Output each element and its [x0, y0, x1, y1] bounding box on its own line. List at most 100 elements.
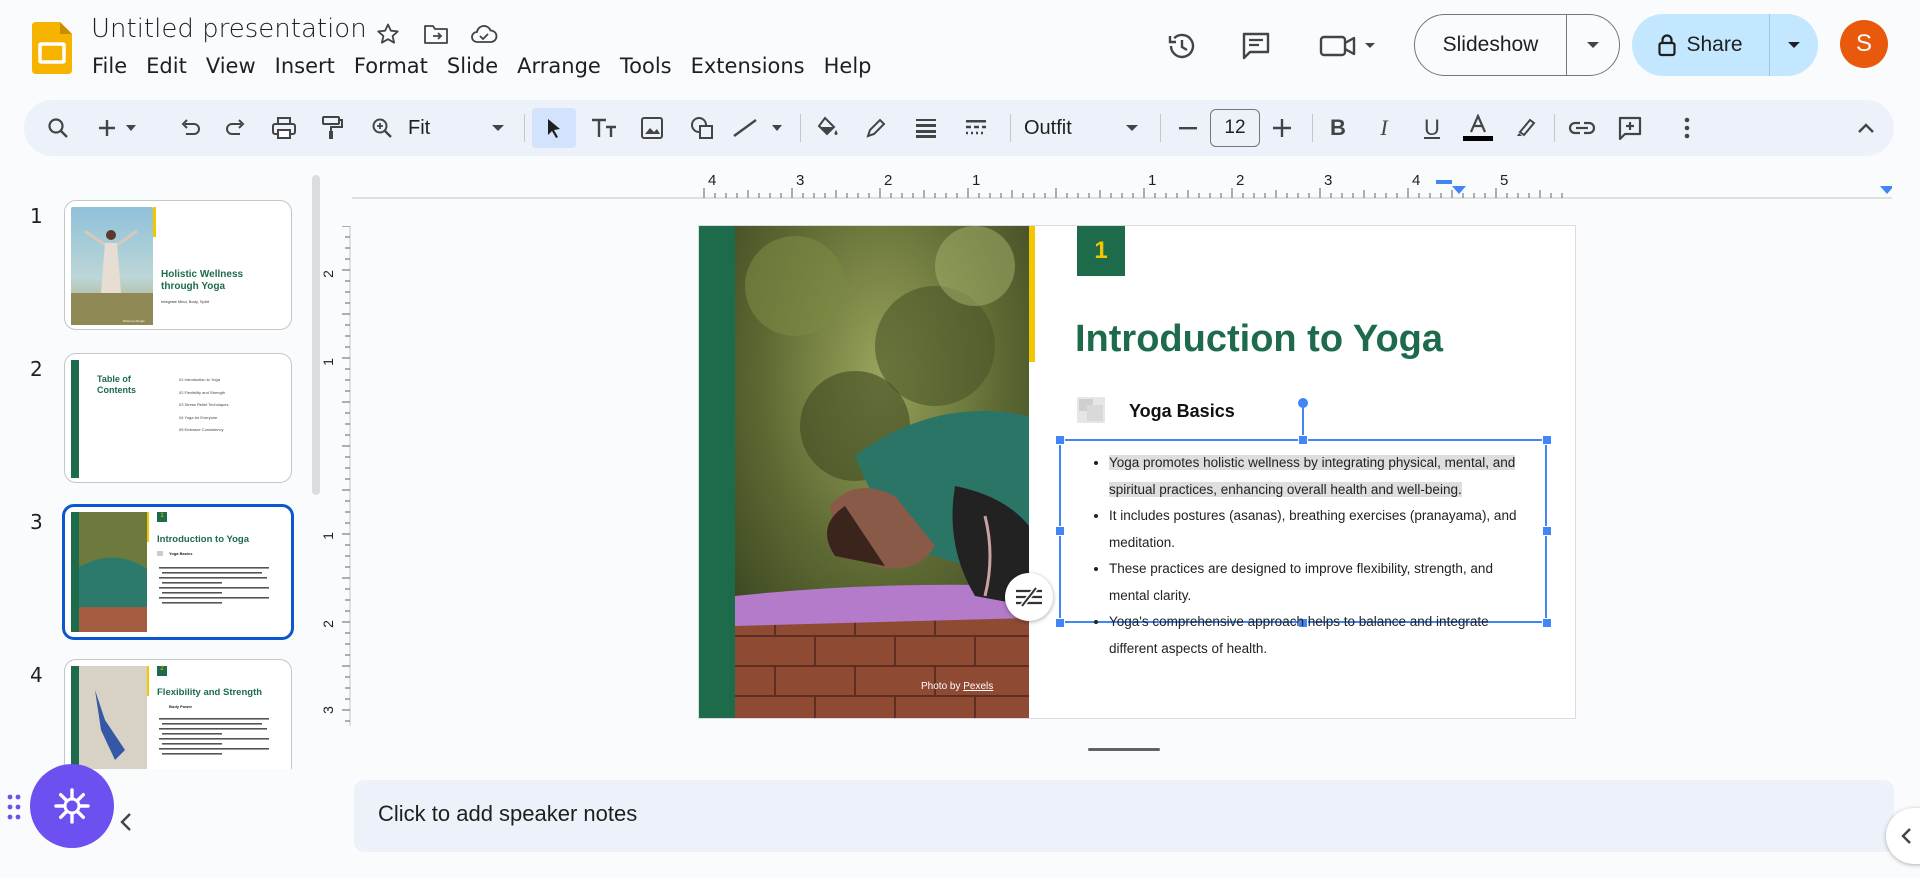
bullet-item[interactable]: These practices are designed to improve … — [1109, 556, 1523, 609]
font-dropdown-icon[interactable] — [1120, 108, 1144, 148]
decrease-font-size-icon[interactable] — [1170, 108, 1206, 148]
version-history-icon[interactable] — [1160, 24, 1204, 68]
font-size-wrap: 12 — [1208, 108, 1262, 148]
slide-canvas[interactable]: Photo by Pexels 1 Introduction to Yoga Y… — [698, 225, 1576, 719]
photo-credit-link[interactable]: Pexels — [963, 681, 993, 692]
vertical-ruler[interactable]: 2 1 1 2 3 — [320, 226, 352, 726]
new-slide-icon[interactable] — [96, 108, 140, 148]
menu-format[interactable]: Format — [354, 54, 439, 78]
slideshow-button[interactable]: Slideshow — [1414, 14, 1620, 76]
document-title[interactable]: Untitled presentation — [91, 14, 367, 44]
more-options-icon[interactable] — [1672, 108, 1702, 148]
slide-yellow-accent — [1029, 226, 1035, 362]
speaker-notes[interactable]: Click to add speaker notes — [354, 780, 1894, 852]
menu-insert[interactable]: Insert — [275, 54, 346, 78]
slideshow-label[interactable]: Slideshow — [1415, 15, 1567, 75]
horizontal-ruler[interactable]: 4 3 2 1 1 2 3 4 5 — [352, 172, 1892, 200]
slide-thumbnail-1[interactable]: Holistic Wellness through Yoga Integrate… — [64, 200, 292, 330]
text-box-icon[interactable] — [586, 108, 622, 148]
comments-icon[interactable] — [1234, 24, 1278, 68]
collapse-toolbar-icon[interactable] — [1850, 108, 1882, 148]
print-icon[interactable] — [266, 108, 302, 148]
menu-edit[interactable]: Edit — [146, 54, 198, 78]
resize-handle[interactable] — [1542, 435, 1552, 445]
search-menus-icon[interactable] — [40, 108, 76, 148]
resize-handle[interactable] — [1298, 435, 1308, 445]
speaker-notes-placeholder[interactable]: Click to add speaker notes — [378, 801, 637, 827]
resize-handle[interactable] — [1542, 618, 1552, 628]
fill-color-icon[interactable] — [810, 108, 846, 148]
thumb4-badge: 2 — [160, 666, 164, 672]
share-button[interactable]: Share — [1632, 14, 1818, 76]
paint-format-icon[interactable] — [314, 108, 350, 148]
resize-handle[interactable] — [1055, 618, 1065, 628]
line-tool-icon[interactable] — [730, 108, 786, 148]
menu-help[interactable]: Help — [824, 54, 883, 78]
slide-thumbnail-2[interactable]: Table of Contents 01 Introduction to Yog… — [64, 353, 292, 483]
zoom-dropdown-icon[interactable] — [486, 108, 510, 148]
thumb3-badge: 1 — [160, 513, 164, 519]
slide-thumbnail-4[interactable]: 2 Flexibility and Strength Body Power — [64, 659, 292, 769]
border-dash-icon[interactable] — [958, 108, 994, 148]
redo-icon[interactable] — [220, 108, 252, 148]
bullet-item[interactable]: Yoga's comprehensive approach helps to b… — [1109, 609, 1523, 662]
slideshow-dropdown-icon[interactable] — [1567, 15, 1619, 75]
slides-logo[interactable] — [32, 22, 72, 74]
move-to-folder-icon[interactable] — [420, 18, 452, 50]
italic-icon[interactable]: I — [1366, 108, 1402, 148]
slide-yoga-photo[interactable]: Photo by Pexels — [735, 226, 1029, 718]
rotation-handle[interactable] — [1298, 398, 1308, 408]
resize-handle[interactable] — [1055, 435, 1065, 445]
zoom-select[interactable]: Fit — [408, 108, 458, 148]
bullet-list[interactable]: Yoga promotes holistic wellness by integ… — [1075, 450, 1523, 662]
thumb3-subtitle: Yoga Basics — [169, 551, 193, 556]
text-fit-icon[interactable] — [1005, 573, 1053, 621]
font-size-input[interactable]: 12 — [1210, 109, 1260, 147]
resize-handle[interactable] — [1055, 526, 1065, 536]
star-icon[interactable] — [372, 18, 404, 50]
text-color-icon[interactable] — [1460, 108, 1496, 148]
share-label-wrap[interactable]: Share — [1632, 14, 1770, 76]
border-weight-icon[interactable] — [908, 108, 944, 148]
select-tool-icon[interactable] — [532, 108, 576, 148]
slide-subtitle[interactable]: Yoga Basics — [1129, 401, 1235, 422]
meet-camera-icon[interactable] — [1314, 24, 1384, 68]
account-avatar[interactable]: S — [1840, 20, 1888, 68]
thumb4-title: Flexibility and Strength — [157, 687, 263, 698]
shape-icon[interactable] — [684, 108, 720, 148]
menu-view[interactable]: View — [206, 54, 267, 78]
drag-handle-icon[interactable] — [6, 792, 22, 822]
bullet-item[interactable]: Yoga promotes holistic wellness by integ… — [1109, 450, 1523, 503]
cloud-saved-icon[interactable] — [468, 18, 500, 50]
assistant-fab[interactable] — [30, 764, 114, 848]
undo-icon[interactable] — [174, 108, 206, 148]
zoom-icon[interactable] — [364, 108, 400, 148]
bold-icon[interactable]: B — [1320, 108, 1356, 148]
insert-link-icon[interactable] — [1564, 108, 1600, 148]
increase-font-size-icon[interactable] — [1264, 108, 1300, 148]
underline-icon[interactable]: U — [1414, 108, 1450, 148]
collapse-filmstrip-icon[interactable] — [116, 810, 136, 834]
resize-handle[interactable] — [1542, 526, 1552, 536]
share-dropdown-icon[interactable] — [1770, 14, 1818, 76]
menu-arrange[interactable]: Arrange — [517, 54, 612, 78]
insert-image-icon[interactable] — [634, 108, 670, 148]
menu-extensions[interactable]: Extensions — [691, 54, 816, 78]
font-family-select[interactable]: Outfit — [1024, 108, 1104, 148]
ruler-label: 2 — [884, 172, 893, 189]
border-color-icon[interactable] — [858, 108, 894, 148]
highlight-color-icon[interactable] — [1508, 108, 1544, 148]
menu-slide[interactable]: Slide — [447, 54, 509, 78]
notes-resize-handle[interactable] — [1088, 748, 1160, 751]
bullet-item[interactable]: It includes postures (asanas), breathing… — [1109, 503, 1523, 556]
slide-title[interactable]: Introduction to Yoga — [1075, 318, 1443, 361]
toolbar: Fit Outfit 12 B I U — [24, 100, 1894, 156]
menu-tools[interactable]: Tools — [620, 54, 683, 78]
add-comment-icon[interactable] — [1612, 108, 1648, 148]
slide-number-badge[interactable]: 1 — [1077, 226, 1125, 276]
photo-credit: Photo by Pexels — [921, 681, 993, 692]
subtitle-icon[interactable] — [1077, 397, 1105, 423]
menu-file[interactable]: File — [92, 54, 138, 78]
filmstrip-scrollbar[interactable] — [312, 175, 320, 495]
slide-thumbnail-3[interactable]: 1 Introduction to Yoga Yoga Basics — [62, 504, 294, 640]
